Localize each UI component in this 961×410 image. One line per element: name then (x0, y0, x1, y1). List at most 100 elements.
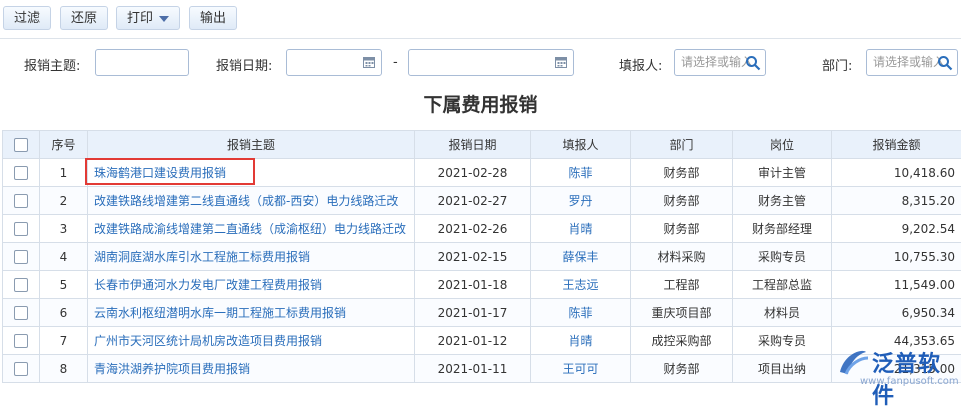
row-checkbox-cell[interactable] (3, 355, 40, 383)
row-no: 3 (40, 215, 88, 243)
filter-button[interactable]: 过滤 (3, 6, 51, 30)
row-checkbox-cell[interactable] (3, 271, 40, 299)
toolbar: 过滤 还原 打印 输出 (0, 0, 961, 38)
row-reporter-link[interactable]: 王可可 (531, 355, 631, 383)
table-row[interactable]: 4 湖南洞庭湖水库引水工程施工标费用报销 2021-02-15 薛保丰 材料采购… (3, 243, 961, 271)
row-no: 5 (40, 271, 88, 299)
row-subject-link[interactable]: 湖南洞庭湖水库引水工程施工标费用报销 (88, 243, 415, 271)
row-date: 2021-02-15 (415, 243, 531, 271)
column-header-date[interactable]: 报销日期 (415, 131, 531, 159)
row-reporter-link[interactable]: 陈菲 (531, 299, 631, 327)
row-dept: 财务部 (631, 215, 733, 243)
row-subject-link[interactable]: 改建铁路成渝线增建第二直通线（成渝枢纽）电力线路迁改 (88, 215, 415, 243)
row-reporter-link[interactable]: 肖晴 (531, 327, 631, 355)
subject-label: 报销主题: (24, 55, 80, 74)
date-label: 报销日期: (216, 55, 272, 74)
row-subject-link[interactable]: 长春市伊通河水力发电厂改建工程费用报销 (88, 271, 415, 299)
row-no: 6 (40, 299, 88, 327)
row-reporter-link[interactable]: 罗丹 (531, 187, 631, 215)
row-checkbox-cell[interactable] (3, 159, 40, 187)
row-subject-link[interactable]: 青海洪湖养护院项目费用报销 (88, 355, 415, 383)
search-icon[interactable] (937, 55, 953, 71)
dept-input[interactable]: 请选择或输入 (866, 49, 958, 76)
table-row[interactable]: 6 云南水利枢纽潜明水库一期工程施工标费用报销 2021-01-17 陈菲 重庆… (3, 299, 961, 327)
row-reporter-link[interactable]: 薛保丰 (531, 243, 631, 271)
row-no: 4 (40, 243, 88, 271)
calendar-icon[interactable] (555, 56, 567, 68)
row-checkbox-cell[interactable] (3, 327, 40, 355)
row-reporter-link[interactable]: 陈菲 (531, 159, 631, 187)
row-dept: 工程部 (631, 271, 733, 299)
row-date: 2021-01-11 (415, 355, 531, 383)
dept-label: 部门: (822, 55, 852, 74)
restore-button[interactable]: 还原 (60, 6, 108, 30)
row-date: 2021-02-28 (415, 159, 531, 187)
table-row[interactable]: 8 青海洪湖养护院项目费用报销 2021-01-11 王可可 财务部 项目出纳 … (3, 355, 961, 383)
row-dept: 财务部 (631, 355, 733, 383)
row-checkbox[interactable] (14, 306, 28, 320)
table-row[interactable]: 7 广州市天河区统计局机房改造项目费用报销 2021-01-12 肖晴 成控采购… (3, 327, 961, 355)
row-checkbox[interactable] (14, 334, 28, 348)
row-date: 2021-01-17 (415, 299, 531, 327)
row-no: 8 (40, 355, 88, 383)
row-post: 工程部总监 (733, 271, 832, 299)
print-button[interactable]: 打印 (116, 6, 180, 30)
column-header-reporter[interactable]: 填报人 (531, 131, 631, 159)
row-checkbox[interactable] (14, 250, 28, 264)
row-no: 7 (40, 327, 88, 355)
row-checkbox[interactable] (14, 222, 28, 236)
column-header-subject[interactable]: 报销主题 (88, 131, 415, 159)
search-icon[interactable] (745, 55, 761, 71)
row-amount: 10,418.60 (832, 159, 961, 187)
reporter-placeholder: 请选择或输入 (681, 55, 753, 69)
logo-icon (836, 344, 870, 378)
toolbar-divider (0, 38, 961, 39)
row-amount: 8,315.20 (832, 187, 961, 215)
row-reporter-link[interactable]: 王志远 (531, 271, 631, 299)
watermark-logo: 泛普软件 www.fanpusoft.com (830, 340, 961, 392)
row-checkbox-cell[interactable] (3, 243, 40, 271)
row-checkbox[interactable] (14, 362, 28, 376)
table-row[interactable]: 2 改建铁路线增建第二线直通线（成都-西安）电力线路迁改 2021-02-27 … (3, 187, 961, 215)
row-checkbox[interactable] (14, 194, 28, 208)
select-all-cell[interactable] (3, 131, 40, 159)
row-checkbox[interactable] (14, 166, 28, 180)
row-subject-link[interactable]: 云南水利枢纽潜明水库一期工程施工标费用报销 (88, 299, 415, 327)
row-post: 材料员 (733, 299, 832, 327)
row-subject-link[interactable]: 改建铁路线增建第二线直通线（成都-西安）电力线路迁改 (88, 187, 415, 215)
row-checkbox-cell[interactable] (3, 299, 40, 327)
reporter-label: 填报人: (619, 55, 662, 74)
select-all-checkbox[interactable] (14, 138, 28, 152)
row-post: 采购专员 (733, 243, 832, 271)
calendar-icon[interactable] (363, 56, 375, 68)
row-dept: 财务部 (631, 187, 733, 215)
row-amount: 11,549.00 (832, 271, 961, 299)
row-checkbox-cell[interactable] (3, 215, 40, 243)
chevron-down-icon (159, 16, 169, 22)
subject-input[interactable] (95, 49, 189, 76)
row-post: 财务部经理 (733, 215, 832, 243)
export-button[interactable]: 输出 (189, 6, 237, 30)
date-to-input[interactable] (408, 49, 574, 76)
column-header-dept[interactable]: 部门 (631, 131, 733, 159)
page-title: 下属费用报销 (0, 90, 961, 117)
table-row[interactable]: 5 长春市伊通河水力发电厂改建工程费用报销 2021-01-18 王志远 工程部… (3, 271, 961, 299)
date-from-input[interactable] (286, 49, 382, 76)
column-header-no[interactable]: 序号 (40, 131, 88, 159)
row-date: 2021-01-18 (415, 271, 531, 299)
row-date: 2021-01-12 (415, 327, 531, 355)
table-header-row: 序号 报销主题 报销日期 填报人 部门 岗位 报销金额 (3, 131, 961, 159)
row-no: 2 (40, 187, 88, 215)
row-checkbox-cell[interactable] (3, 187, 40, 215)
row-dept: 成控采购部 (631, 327, 733, 355)
row-reporter-link[interactable]: 肖晴 (531, 215, 631, 243)
table-row[interactable]: 3 改建铁路成渝线增建第二直通线（成渝枢纽）电力线路迁改 2021-02-26 … (3, 215, 961, 243)
row-amount: 9,202.54 (832, 215, 961, 243)
column-header-post[interactable]: 岗位 (733, 131, 832, 159)
row-subject-link[interactable]: 广州市天河区统计局机房改造项目费用报销 (88, 327, 415, 355)
reporter-input[interactable]: 请选择或输入 (674, 49, 766, 76)
row-checkbox[interactable] (14, 278, 28, 292)
row-dept: 重庆项目部 (631, 299, 733, 327)
row-date: 2021-02-26 (415, 215, 531, 243)
column-header-amount[interactable]: 报销金额 (832, 131, 961, 159)
